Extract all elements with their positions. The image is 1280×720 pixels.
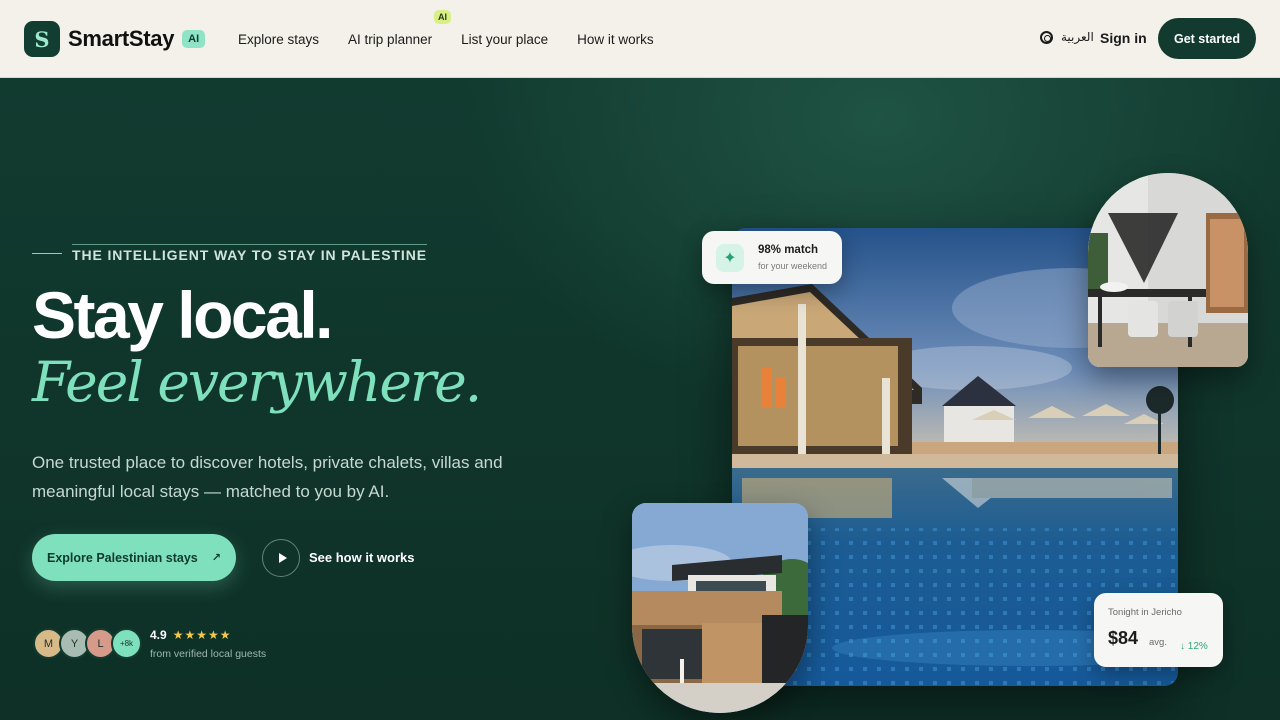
avatar-count: +8k (111, 628, 142, 659)
rating-summary: 4.9 ★★★★★ (150, 628, 231, 642)
language-label: العربية (1061, 30, 1094, 44)
star-rating-icon: ★★★★★ (172, 628, 232, 642)
arrow-up-right-icon: ↗ (211, 552, 221, 564)
guest-avatars: M Y L +8k (33, 628, 142, 659)
explore-stays-button[interactable]: Explore Palestinian stays ↗ (32, 534, 236, 581)
globe-icon (1040, 30, 1053, 44)
ai-chip-badge: AI (434, 9, 452, 24)
interior-illustration (1088, 173, 1248, 367)
nav-list-your-place[interactable]: List your place (461, 32, 548, 47)
ai-badge: AI (182, 30, 206, 48)
price-card: Tonight in Jericho $84 avg. ↓ 12% (1094, 593, 1223, 667)
villa-exterior-photo (632, 503, 808, 713)
play-icon (278, 553, 287, 563)
brand-name: SmartStay (68, 26, 175, 51)
language-switcher[interactable]: العربية (1040, 30, 1094, 44)
explore-stays-label: Explore Palestinian stays (47, 550, 198, 565)
price-unit: avg. (1149, 637, 1167, 648)
nav-ai-trip-planner-label: AI trip planner (348, 31, 433, 47)
nav-ai-trip-planner[interactable]: AI trip planner AI (348, 9, 452, 47)
rating-caption: from verified local guests (150, 648, 267, 660)
match-subtitle: for your weekend (758, 261, 828, 271)
price-change-badge: ↓ 12% (1180, 641, 1208, 652)
get-started-button[interactable]: Get started (1158, 18, 1256, 59)
hero-headline-accent: Feel everywhere. (32, 350, 482, 414)
top-navbar: S SmartStay AI Explore stays AI trip pla… (0, 0, 1280, 78)
eyebrow-text: THE INTELLIGENT WAY TO STAY IN PALESTINE (72, 244, 427, 263)
interior-photo (1088, 173, 1248, 367)
sparkle-icon: ✦ (716, 244, 744, 272)
villa-exterior-illustration (632, 503, 808, 713)
match-score: 98% match (758, 244, 819, 256)
price-location: Tonight in Jericho (1108, 607, 1182, 618)
see-how-it-works-link[interactable]: See how it works (309, 550, 414, 565)
eyebrow-divider (32, 253, 62, 254)
play-video-button[interactable] (262, 539, 300, 577)
nav-explore-stays[interactable]: Explore stays (238, 32, 319, 47)
brand-logo[interactable]: S SmartStay AI (24, 21, 206, 57)
sign-in-link[interactable]: Sign in (1100, 30, 1147, 46)
hero-headline: Stay local. (32, 278, 334, 352)
ai-match-card: ✦ 98% match for your weekend (702, 231, 842, 284)
hero-eyebrow: THE INTELLIGENT WAY TO STAY IN PALESTINE (32, 244, 427, 263)
price-value: $84 (1108, 628, 1139, 648)
rating-value: 4.9 (150, 628, 167, 642)
nav-links: Explore stays AI trip planner AI List yo… (238, 0, 683, 78)
logo-mark: S (24, 21, 60, 57)
nav-how-it-works[interactable]: How it works (577, 32, 654, 47)
hero-subtitle: One trusted place to discover hotels, pr… (32, 453, 503, 501)
